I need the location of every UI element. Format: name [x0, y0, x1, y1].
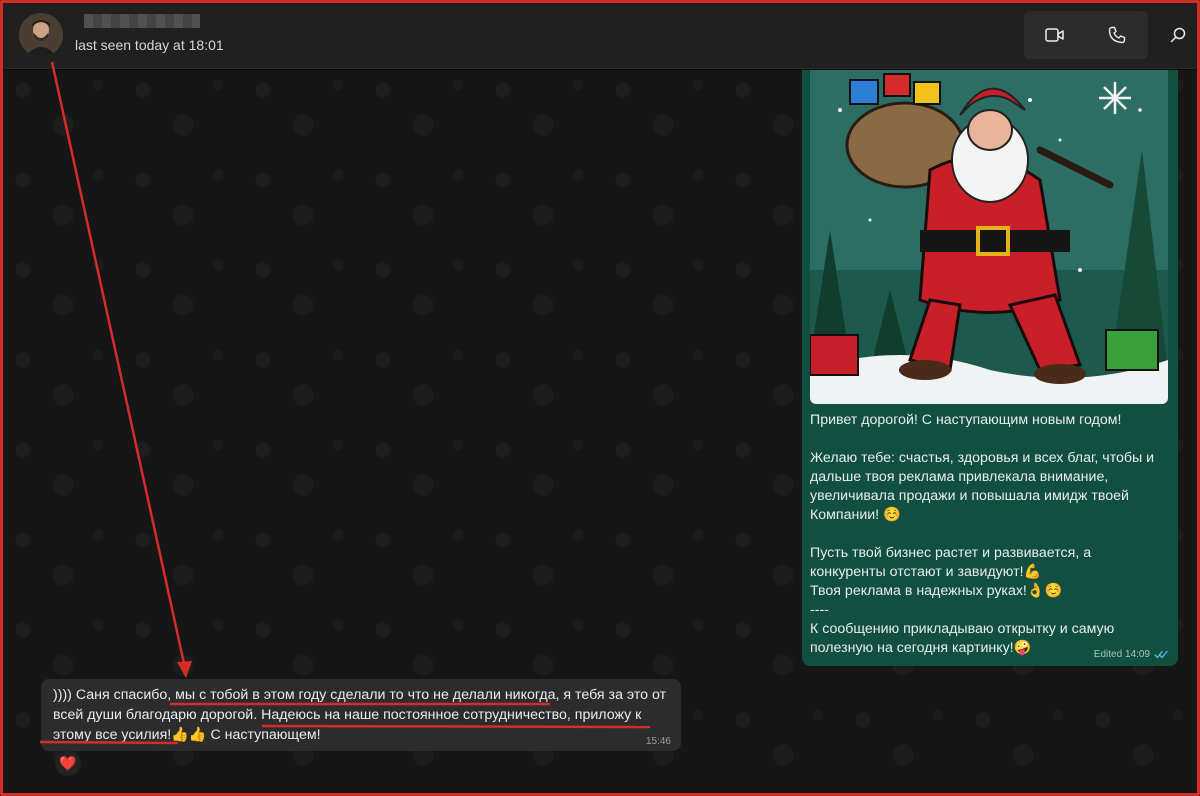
message-meta: Edited 14:09 — [1094, 649, 1168, 660]
message-paragraph: Пусть твой бизнес растет и развивается, … — [810, 545, 1115, 656]
search-button[interactable] — [1163, 20, 1193, 50]
contact-name-blurred[interactable] — [84, 14, 200, 28]
incoming-message[interactable]: )))) Саня спасибо, мы с тобой в этом год… — [41, 679, 681, 751]
phone-icon — [1108, 26, 1126, 44]
message-timestamp: 15:46 — [645, 736, 671, 747]
call-buttons — [1024, 11, 1148, 59]
chat-header: last seen today at 18:01 — [3, 3, 1197, 69]
chat-area[interactable]: Привет дорогой! С наступающим новым годо… — [3, 70, 1197, 793]
edited-timestamp: Edited 14:09 — [1093, 649, 1150, 660]
outgoing-message-text: Привет дорогой! С наступающим новым годо… — [810, 411, 1170, 658]
incoming-message-text: )))) Саня спасибо, мы с тобой в этом год… — [53, 687, 667, 743]
video-camera-icon — [1045, 28, 1064, 42]
red-heart-icon: ❤️ — [59, 754, 77, 771]
outgoing-message[interactable]: Привет дорогой! С наступающим новым годо… — [802, 70, 1178, 666]
double-check-icon — [1154, 650, 1168, 659]
search-icon — [1170, 27, 1186, 43]
message-paragraph: Желаю тебе: счастья, здоровья и всех бла… — [810, 450, 1159, 523]
last-seen-status: last seen today at 18:01 — [75, 37, 224, 53]
voice-call-button[interactable] — [1086, 11, 1148, 59]
video-call-button[interactable] — [1024, 11, 1086, 59]
message-paragraph: Привет дорогой! С наступающим новым годо… — [810, 412, 1122, 428]
contact-avatar[interactable] — [19, 13, 63, 57]
heart-reaction[interactable]: ❤️ — [55, 750, 81, 776]
santa-greeting-image[interactable] — [810, 70, 1168, 404]
